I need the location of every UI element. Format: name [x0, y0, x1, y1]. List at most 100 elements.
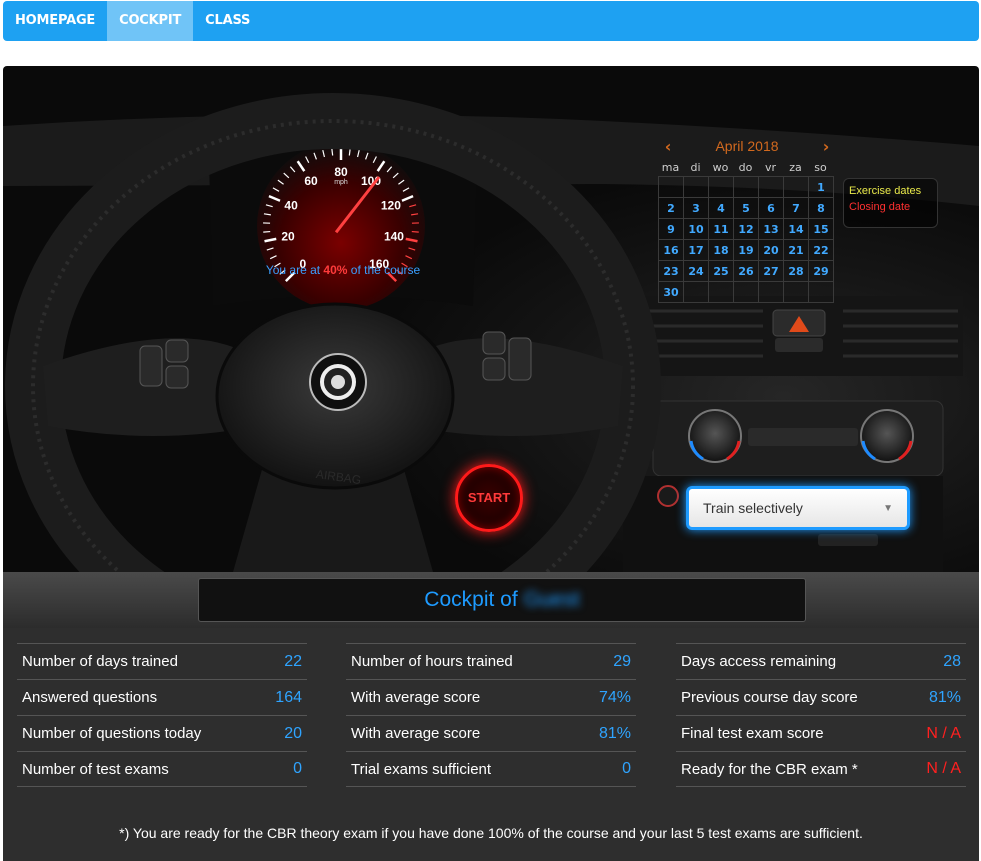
speedometer-tick [411, 230, 419, 233]
stat-row: Number of test exams 0 [17, 751, 307, 787]
speedometer-label: 120 [381, 198, 401, 212]
calendar-empty-cell [734, 282, 759, 303]
calendar-empty-cell [709, 177, 734, 198]
speedometer-label: 40 [284, 198, 298, 212]
footnote: *) You are ready for the CBR theory exam… [119, 825, 863, 841]
speedometer-label: 60 [304, 174, 318, 188]
calendar-day[interactable]: 26 [734, 261, 759, 282]
calendar-empty-cell [809, 282, 834, 303]
calendar-day[interactable]: 10 [684, 219, 709, 240]
calendar-day[interactable]: 12 [734, 219, 759, 240]
stat-label: Number of test exams [22, 760, 169, 778]
stat-value: 0 [293, 760, 302, 777]
stat-row: Days access remaining 28 [676, 643, 966, 679]
calendar-day[interactable]: 4 [709, 198, 734, 219]
stat-label: Days access remaining [681, 653, 837, 670]
stat-row: Number of days trained 22 [17, 643, 307, 679]
speedometer-label: 20 [281, 230, 295, 244]
calendar-day[interactable]: 7 [784, 198, 809, 219]
calendar: ‹ April 2018 › ma di wo do vr za so 1234567891… [658, 136, 836, 303]
calendar-day[interactable]: 17 [684, 240, 709, 261]
stat-label: With average score [351, 725, 481, 742]
calendar-weekday: so [814, 161, 827, 174]
stat-label: Trial exams sufficient [351, 760, 492, 778]
stat-row: Number of hours trained 29 [346, 643, 636, 679]
calendar-day[interactable]: 28 [784, 261, 809, 282]
nav-cockpit[interactable]: COCKPIT [107, 1, 194, 41]
calendar-empty-cell [659, 177, 684, 198]
stat-value: 0 [622, 760, 631, 777]
calendar-day[interactable]: 6 [759, 198, 784, 219]
stat-label: Number of questions today [22, 725, 202, 742]
train-mode-select[interactable]: Train selectively ▼ [686, 486, 910, 530]
stat-label: With average score [351, 689, 481, 706]
stat-value: N / A [926, 760, 961, 777]
stats-column-3: Days access remaining 28 Previous course … [676, 643, 966, 787]
speedometer-tick [331, 148, 334, 156]
calendar-day[interactable]: 2 [659, 198, 684, 219]
calendar-weekday: vr [764, 161, 777, 174]
calendar-empty-cell [784, 177, 809, 198]
calendar-day[interactable]: 15 [809, 219, 834, 240]
stat-row: Answered questions 164 [17, 679, 307, 715]
speedometer-unit: mph [334, 179, 348, 186]
calendar-day[interactable]: 9 [659, 219, 684, 240]
stats-column-1: Number of days trained 22 Answered questi… [17, 643, 307, 787]
chevron-right-icon[interactable]: › [816, 137, 836, 156]
stat-label: Ready for the CBR exam * [681, 760, 858, 778]
start-button[interactable]: START [455, 464, 523, 532]
stat-value: 81% [928, 688, 961, 706]
calendar-day[interactable]: 14 [784, 219, 809, 240]
calendar-day[interactable]: 1 [809, 177, 834, 198]
stat-value: 81% [598, 724, 631, 742]
calendar-day[interactable]: 24 [684, 261, 709, 282]
calendar-day[interactable]: 30 [659, 282, 684, 303]
stat-row: With average score 81% [346, 715, 636, 751]
calendar-weekday: wo [712, 161, 729, 174]
calendar-weekday: di [690, 161, 701, 174]
stat-label: Final test exam score [681, 725, 824, 742]
stat-value: 20 [284, 724, 302, 742]
speedometer-tick [263, 230, 271, 233]
stat-value: 164 [275, 688, 302, 706]
stat-row: Trial exams sufficient 0 [346, 751, 636, 787]
legend-closing-date: Closing date [849, 201, 911, 213]
calendar-day[interactable]: 11 [709, 219, 734, 240]
calendar-weekday: do [738, 161, 753, 174]
calendar-day[interactable]: 25 [709, 261, 734, 282]
stat-row: With average score 74% [346, 679, 636, 715]
cockpit-username: Guest [523, 588, 580, 611]
cockpit-title-bar: Cockpit of Guest [3, 572, 979, 628]
calendar-empty-cell [759, 282, 784, 303]
cockpit-title: Cockpit of Guest [198, 578, 806, 622]
calendar-grid: 1 2 3 4 5 6 7 8 9 10 11 12 13 14 15 16 17 18 19 20 21 22 23 24 2… [658, 176, 834, 303]
calendar-day[interactable]: 8 [809, 198, 834, 219]
stat-label: Number of days trained [22, 653, 178, 670]
cockpit-stage: 0 20 40 60 80 100 120 140 160 mph AIRBAG You are… [3, 66, 979, 572]
stat-row: Ready for the CBR exam * N / A [676, 751, 966, 787]
nav-homepage[interactable]: HOMEPAGE [3, 1, 107, 41]
calendar-day[interactable]: 27 [759, 261, 784, 282]
calendar-day[interactable]: 29 [809, 261, 834, 282]
calendar-weekday: za [789, 161, 802, 174]
calendar-day[interactable]: 16 [659, 240, 684, 261]
legend-exercise-dates: Exercise dates [849, 185, 922, 197]
calendar-day[interactable]: 13 [759, 219, 784, 240]
calendar-month-title: April 2018 [715, 138, 779, 154]
chevron-left-icon[interactable]: ‹ [658, 137, 678, 156]
calendar-day[interactable]: 23 [659, 261, 684, 282]
top-nav: HOMEPAGE COCKPIT CLASS [3, 1, 979, 41]
calendar-day[interactable]: 5 [734, 198, 759, 219]
stats-panel: Number of days trained 22 Answered questi… [3, 628, 979, 861]
stat-label: Number of hours trained [351, 653, 513, 670]
nav-class[interactable]: CLASS [193, 1, 262, 41]
calendar-day[interactable]: 19 [734, 240, 759, 261]
calendar-empty-cell [709, 282, 734, 303]
calendar-day[interactable]: 20 [759, 240, 784, 261]
calendar-day[interactable]: 21 [784, 240, 809, 261]
calendar-day[interactable]: 3 [684, 198, 709, 219]
calendar-day[interactable]: 18 [709, 240, 734, 261]
calendar-day[interactable]: 22 [809, 240, 834, 261]
stat-value: 29 [613, 652, 631, 670]
train-mode-value: Train selectively [703, 500, 803, 516]
